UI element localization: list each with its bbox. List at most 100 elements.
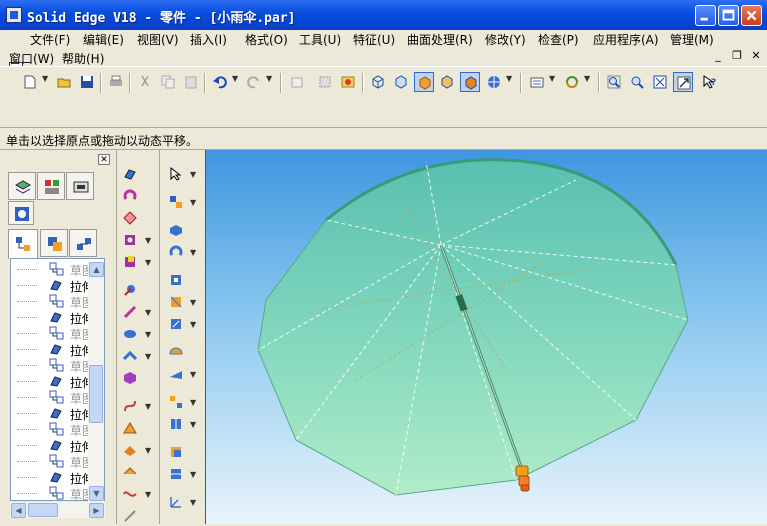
tab-colors[interactable] bbox=[37, 172, 65, 200]
sweep-icon[interactable] bbox=[120, 396, 140, 416]
part-copy-icon[interactable] bbox=[166, 442, 186, 462]
redo-dropdown-icon[interactable]: ▼ bbox=[266, 74, 272, 83]
print-button[interactable] bbox=[106, 72, 126, 92]
3d-viewport[interactable] bbox=[205, 150, 767, 524]
chamfer-dropdown-icon[interactable]: ▼ bbox=[145, 308, 151, 317]
tree-hscroll-thumb[interactable] bbox=[28, 503, 58, 517]
tab-library[interactable] bbox=[8, 201, 34, 225]
close-button[interactable] bbox=[741, 5, 762, 26]
new-dropdown-icon[interactable]: ▼ bbox=[42, 74, 48, 83]
sketch-icon[interactable] bbox=[166, 192, 186, 212]
maximize-button[interactable] bbox=[718, 5, 739, 26]
scroll-right-arrow-icon[interactable]: ▶ bbox=[89, 503, 104, 518]
named-views-icon[interactable] bbox=[527, 72, 547, 92]
revolved-protrusion-icon[interactable] bbox=[120, 186, 140, 206]
menu-manage[interactable]: 管理(M) bbox=[670, 31, 714, 48]
shaded-edges-icon[interactable] bbox=[437, 72, 457, 92]
doc-close-button[interactable]: ✕ bbox=[749, 50, 763, 62]
revolved-surface-icon[interactable] bbox=[166, 270, 186, 290]
whats-this-help-icon[interactable]: ? bbox=[700, 72, 720, 92]
menu-window[interactable]: 窗口(W) bbox=[9, 50, 54, 67]
offset-surface-icon[interactable] bbox=[166, 314, 186, 334]
pattern-dropdown-icon[interactable]: ▼ bbox=[190, 398, 196, 407]
menu-edit[interactable]: 编辑(E) bbox=[83, 31, 124, 48]
rib-icon[interactable] bbox=[120, 368, 140, 388]
menu-modify[interactable]: 修改(Y) bbox=[485, 31, 526, 48]
hole-icon[interactable] bbox=[120, 230, 140, 250]
pattern-icon[interactable] bbox=[166, 392, 186, 412]
extruded-surface-icon[interactable] bbox=[166, 242, 186, 262]
blue-surface-icon[interactable] bbox=[166, 364, 186, 384]
tree-item-sketch[interactable]: 草图 bbox=[11, 325, 94, 342]
tab-sensors[interactable] bbox=[66, 172, 94, 200]
tree-item-sketch[interactable]: 草图 bbox=[11, 485, 94, 500]
tree-item-protrusion[interactable]: 拉伸 bbox=[11, 437, 94, 454]
blue-surface-dropdown-icon[interactable]: ▼ bbox=[190, 370, 196, 379]
menu-insert[interactable]: 插入(I) bbox=[190, 31, 227, 48]
swept-surface-dropdown-icon[interactable]: ▼ bbox=[190, 298, 196, 307]
thin-wall-icon[interactable] bbox=[120, 346, 140, 366]
pane-close-button[interactable]: ✕ bbox=[98, 154, 110, 165]
bounded-surface-icon[interactable] bbox=[166, 342, 186, 362]
tree-scroll-thumb[interactable] bbox=[89, 365, 103, 423]
scroll-up-arrow-icon[interactable]: ▲ bbox=[89, 262, 104, 277]
menu-inspect[interactable]: 检查(P) bbox=[538, 31, 579, 48]
copy-icon[interactable] bbox=[158, 72, 178, 92]
umbrella-model[interactable] bbox=[206, 150, 767, 524]
chamfer-icon[interactable] bbox=[120, 302, 140, 322]
undo-icon[interactable] bbox=[210, 72, 230, 92]
menu-file[interactable]: 文件(F) bbox=[30, 31, 70, 48]
tab-layers[interactable] bbox=[8, 172, 36, 200]
undo-dropdown-icon[interactable]: ▼ bbox=[232, 74, 238, 83]
cutout-icon[interactable] bbox=[120, 208, 140, 228]
spin-icon[interactable] bbox=[562, 72, 582, 92]
loft-icon[interactable] bbox=[120, 418, 140, 438]
tab-feature-pathfinder[interactable] bbox=[8, 229, 38, 259]
redo-icon[interactable] bbox=[244, 72, 264, 92]
tree-item-sketch[interactable]: 草图 bbox=[11, 389, 94, 406]
coordinate-system-icon[interactable] bbox=[166, 492, 186, 512]
swept-surface-icon[interactable] bbox=[166, 292, 186, 312]
curve-icon[interactable] bbox=[120, 484, 140, 504]
offset-surface-dropdown-icon[interactable]: ▼ bbox=[190, 320, 196, 329]
tree-item-protrusion[interactable]: 拉伸 bbox=[11, 277, 94, 294]
history-icon[interactable] bbox=[287, 72, 307, 92]
draft-dropdown-icon[interactable]: ▼ bbox=[145, 330, 151, 339]
sweep-dropdown-icon[interactable]: ▼ bbox=[145, 402, 151, 411]
mirror-dropdown-icon[interactable]: ▼ bbox=[190, 420, 196, 429]
shaded-icon[interactable] bbox=[414, 72, 434, 92]
tree-item-protrusion[interactable]: 拉伸 bbox=[11, 469, 94, 486]
zoom-area-icon[interactable] bbox=[604, 72, 624, 92]
round-icon[interactable] bbox=[120, 280, 140, 300]
tree-item-sketch[interactable]: 草图 bbox=[11, 261, 94, 278]
coordinate-system-dropdown-icon[interactable]: ▼ bbox=[190, 498, 196, 507]
doc-restore-button[interactable]: ❐ bbox=[730, 50, 744, 62]
tree-item-sketch[interactable]: 草图 bbox=[11, 293, 94, 310]
hidden-edges-icon[interactable] bbox=[391, 72, 411, 92]
select-dropdown-icon[interactable]: ▼ bbox=[190, 170, 196, 179]
fit-icon[interactable] bbox=[650, 72, 670, 92]
sketch-dropdown-icon[interactable]: ▼ bbox=[190, 198, 196, 207]
tab-feature-library[interactable] bbox=[69, 229, 97, 257]
open-file-button[interactable] bbox=[54, 72, 74, 92]
tab-family-of-parts[interactable] bbox=[40, 229, 68, 257]
protrusion-icon[interactable] bbox=[120, 164, 140, 184]
thread-dropdown-icon[interactable]: ▼ bbox=[145, 258, 151, 267]
menu-surfacing[interactable]: 曲面处理(R) bbox=[407, 31, 473, 48]
tree-item-protrusion[interactable]: 拉伸 bbox=[11, 373, 94, 390]
curve-dropdown-icon[interactable]: ▼ bbox=[145, 490, 151, 499]
helix-dropdown-icon[interactable]: ▼ bbox=[145, 446, 151, 455]
tree-item-sketch[interactable]: 草图 bbox=[11, 421, 94, 438]
menu-applications[interactable]: 应用程序(A) bbox=[593, 31, 659, 48]
tree-item-sketch[interactable]: 草图 bbox=[11, 357, 94, 374]
menu-tools[interactable]: 工具(U) bbox=[299, 31, 341, 48]
draft-icon[interactable] bbox=[120, 324, 140, 344]
wireframe-icon[interactable] bbox=[368, 72, 388, 92]
menu-view[interactable]: 视图(V) bbox=[137, 31, 179, 48]
view-dropdown-icon[interactable]: ▼ bbox=[506, 74, 512, 83]
tree-item-protrusion[interactable]: 拉伸 bbox=[11, 405, 94, 422]
extruded-surface-dropdown-icon[interactable]: ▼ bbox=[190, 248, 196, 257]
plane-icon[interactable] bbox=[166, 220, 186, 240]
select-arrow-icon[interactable] bbox=[166, 164, 186, 184]
minimize-button[interactable] bbox=[695, 5, 716, 26]
